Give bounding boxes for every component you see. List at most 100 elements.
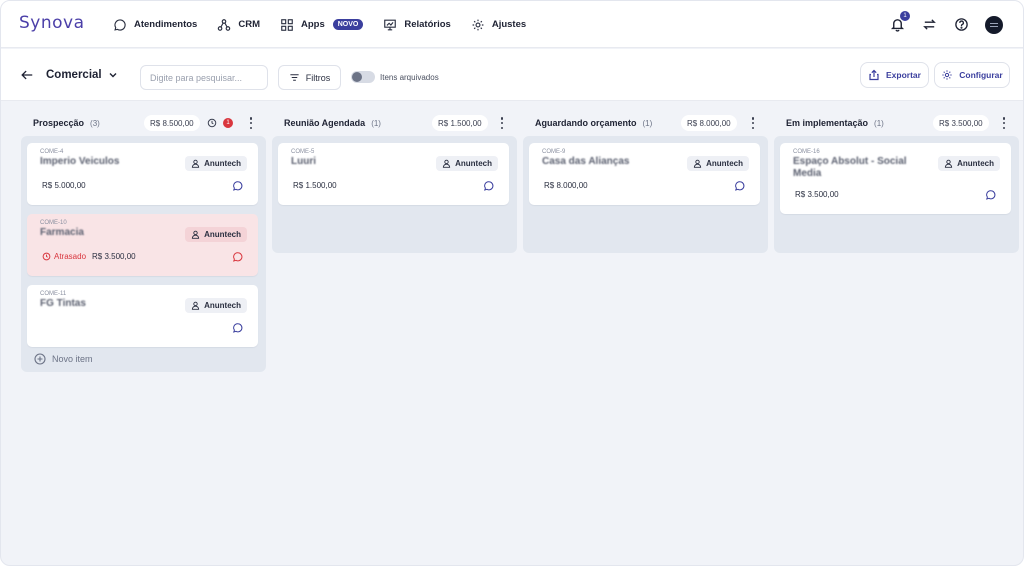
user-icon	[192, 230, 200, 239]
help-icon	[954, 18, 968, 31]
card-owner[interactable]: Anuntech	[938, 156, 1000, 171]
column-header: Em implementação (1)	[786, 111, 884, 135]
deal-card[interactable]: COME-11 FG Tintas Anuntech	[27, 285, 258, 347]
column-header: Reunião Agendada (1)	[284, 111, 381, 135]
export-label: Exportar	[886, 70, 921, 80]
card-title: Luuri	[291, 156, 316, 167]
owner-name: Anuntech	[204, 159, 241, 168]
archived-toggle[interactable]: Itens arquivados	[351, 71, 439, 83]
card-code: COME-11	[40, 291, 67, 297]
comment-icon[interactable]	[232, 180, 244, 192]
chat-bubble-icon	[114, 18, 126, 31]
card-code: COME-16	[793, 149, 820, 155]
export-button[interactable]: Exportar	[860, 62, 929, 88]
pipeline-selector[interactable]: Comercial	[46, 69, 118, 81]
help-button[interactable]	[953, 17, 969, 33]
configure-button[interactable]: Configurar	[934, 62, 1010, 88]
column-total: R$ 3.500,00	[933, 115, 989, 131]
comment-icon[interactable]	[483, 180, 495, 192]
nav-label: CRM	[238, 19, 260, 30]
new-item-button[interactable]: Novo item	[34, 353, 93, 365]
deal-card[interactable]: COME-9 Casa das Alianças Anuntech R$ 8.0…	[529, 143, 760, 205]
user-icon	[192, 301, 200, 310]
configure-label: Configurar	[959, 70, 1003, 80]
card-value: R$ 3.500,00	[92, 252, 136, 261]
column-em-implementacao: COME-16 Espaço Absolut - Social Media An…	[774, 136, 1019, 253]
card-owner[interactable]: Anuntech	[185, 156, 247, 171]
filters-button[interactable]: Filtros	[278, 65, 341, 90]
user-icon	[694, 159, 702, 168]
owner-name: Anuntech	[204, 301, 241, 310]
column-title: Em implementação	[786, 118, 869, 128]
card-value: R$ 1.500,00	[293, 181, 337, 190]
filters-label: Filtros	[305, 72, 331, 83]
card-value: R$ 5.000,00	[42, 181, 86, 190]
user-icon	[192, 159, 200, 168]
search-input[interactable]	[140, 65, 268, 90]
nav-item-relatorios[interactable]: Relatórios	[383, 18, 451, 32]
card-value: R$ 8.000,00	[544, 181, 588, 190]
filter-lines-icon	[290, 74, 299, 81]
card-owner[interactable]: Anuntech	[436, 156, 498, 171]
column-title: Prospecção	[33, 118, 85, 128]
card-owner[interactable]: Anuntech	[687, 156, 749, 171]
column-menu-button[interactable]	[751, 117, 755, 129]
overdue-count-badge: 1	[223, 118, 233, 128]
column-menu-button[interactable]	[1002, 117, 1006, 129]
back-arrow-icon[interactable]	[20, 68, 34, 82]
chevron-down-icon	[109, 73, 117, 78]
card-owner[interactable]: Anuntech	[185, 227, 247, 242]
card-code: COME-9	[542, 149, 566, 155]
clock-icon[interactable]	[207, 118, 217, 128]
owner-name: Anuntech	[957, 159, 994, 168]
card-title: Espaço Absolut - Social Media	[793, 156, 907, 179]
column-menu-button[interactable]	[249, 117, 253, 129]
logo[interactable]: Synova	[19, 13, 85, 33]
deal-card[interactable]: COME-4 Imperio Veiculos Anuntech R$ 5.00…	[27, 143, 258, 205]
board-toolbar: Comercial Filtros Itens arquivados Expor…	[1, 49, 1023, 101]
owner-name: Anuntech	[706, 159, 743, 168]
crm-nodes-icon	[218, 18, 231, 31]
notifications-button[interactable]: 1	[889, 10, 910, 33]
nav-label: Apps	[300, 19, 325, 30]
owner-name: Anuntech	[455, 159, 492, 168]
avatar[interactable]	[985, 15, 1003, 34]
card-title: FG Tintas	[40, 298, 86, 309]
switch-arrows-icon	[922, 19, 936, 30]
card-owner[interactable]: Anuntech	[185, 298, 247, 313]
nav-actions: 1	[889, 1, 1003, 48]
column-total: R$ 8.000,00	[681, 115, 737, 131]
apps-grid-icon	[281, 18, 293, 31]
nav-item-apps[interactable]: Apps NOVO	[280, 18, 364, 32]
toggle-switch[interactable]	[351, 71, 375, 83]
nav-item-atendimentos[interactable]: Atendimentos	[113, 18, 197, 32]
main-menu: Atendimentos CRM Apps NOVO Relatórios Aj…	[113, 1, 526, 48]
column-total: R$ 1.500,00	[432, 115, 488, 131]
comment-icon[interactable]	[734, 180, 746, 192]
comment-icon[interactable]	[232, 251, 244, 263]
deal-card[interactable]: COME-16 Espaço Absolut - Social Media An…	[780, 143, 1011, 214]
column-count: (1)	[874, 118, 884, 128]
column-count: (1)	[371, 118, 381, 128]
late-flag: Atrasado	[42, 252, 86, 261]
column-total: R$ 8.500,00	[144, 115, 200, 131]
card-title: Casa das Alianças	[542, 156, 630, 167]
top-navigation: Synova Atendimentos CRM Apps NOVO Relató…	[1, 1, 1023, 48]
nav-item-ajustes[interactable]: Ajustes	[471, 18, 526, 32]
comment-icon[interactable]	[232, 322, 244, 334]
column-menu-button[interactable]	[500, 117, 504, 129]
user-icon	[945, 159, 953, 168]
switch-button[interactable]	[921, 17, 937, 33]
card-title: Imperio Veiculos	[40, 156, 120, 167]
column-reuniao-agendada: COME-5 Luuri Anuntech R$ 1.500,00	[272, 136, 517, 253]
comment-icon[interactable]	[985, 189, 997, 201]
export-icon	[869, 69, 879, 81]
card-code: COME-10	[40, 220, 67, 226]
deal-card[interactable]: COME-5 Luuri Anuntech R$ 1.500,00	[278, 143, 509, 205]
column-aguardando-orcamento: COME-9 Casa das Alianças Anuntech R$ 8.0…	[523, 136, 768, 253]
gear-icon	[942, 70, 952, 80]
nav-label: Atendimentos	[134, 19, 198, 30]
deal-card-late[interactable]: COME-10 Farmacia Anuntech Atrasado R$ 3.…	[27, 214, 258, 276]
clock-icon	[42, 252, 51, 261]
nav-item-crm[interactable]: CRM	[217, 18, 260, 32]
